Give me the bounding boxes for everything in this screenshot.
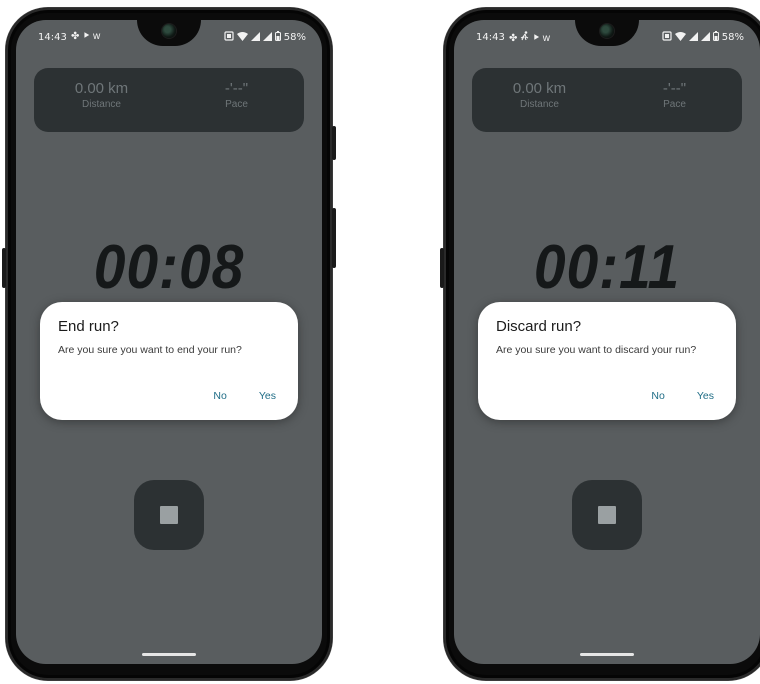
discard-run-dialog: Discard run? Are you sure you want to di… (478, 302, 736, 420)
signal-icon (250, 31, 260, 44)
signal-icon-2 (262, 31, 272, 44)
end-run-dialog: End run? Are you sure you want to end yo… (40, 302, 298, 420)
status-time: 14:43 (476, 32, 505, 43)
status-right: 58% (224, 31, 306, 44)
activity-icon: ᴡ (92, 31, 101, 42)
dialog-title: End run? (58, 318, 119, 335)
screen: 14:43 ✤ ⯈ ᴡ 58% 0.00 km Distance -'--" P… (454, 20, 760, 664)
distance-value: 0.00 km (74, 80, 129, 97)
vibrate-icon (224, 31, 234, 44)
phone-discard-run: 14:43 ✤ ⯈ ᴡ 58% 0.00 km Distance -'--" P… (440, 8, 760, 680)
power-button (332, 208, 336, 268)
no-button[interactable]: No (651, 390, 664, 402)
distance-stat: 0.00 km Distance (34, 80, 169, 110)
stop-button[interactable] (134, 480, 204, 550)
play-store-icon: ⯈ (82, 31, 91, 42)
dialog-message: Are you sure you want to end your run? (58, 344, 242, 356)
status-time: 14:43 (38, 32, 67, 43)
vibrate-icon (662, 31, 672, 44)
notification-icons: ✤ ⯈ ᴡ (71, 31, 100, 42)
run-timer: 00:11 (533, 233, 681, 302)
front-camera (600, 24, 614, 38)
home-indicator[interactable] (142, 653, 196, 656)
front-camera (162, 24, 176, 38)
notification-icons: ✤ ⯈ ᴡ (509, 31, 550, 44)
stop-icon (598, 506, 616, 524)
no-button[interactable]: No (213, 390, 226, 402)
yes-button[interactable]: Yes (259, 390, 276, 402)
fan-icon: ✤ (71, 31, 80, 42)
wifi-icon (236, 31, 248, 44)
phone-end-run: 14:43 ✤ ⯈ ᴡ 58% 0.00 km Distance -'--" P… (2, 8, 336, 680)
activity-icon: ᴡ (542, 33, 550, 44)
pace-stat: -'--" Pace (169, 80, 304, 110)
battery-icon (274, 31, 281, 44)
wifi-icon (674, 31, 686, 44)
dialog-title: Discard run? (496, 318, 582, 335)
distance-label: Distance (520, 99, 559, 110)
dialog-message: Are you sure you want to discard your ru… (496, 344, 697, 356)
volume-up-button (332, 126, 336, 160)
yes-button[interactable]: Yes (697, 390, 714, 402)
side-button (440, 248, 444, 288)
run-timer: 00:08 (93, 233, 245, 302)
play-store-icon: ⯈ (531, 33, 540, 44)
battery-percent: 58% (721, 32, 744, 43)
side-button (2, 248, 6, 288)
stats-card: 0.00 km Distance -'--" Pace (472, 68, 742, 132)
dialog-actions: No Yes (651, 390, 714, 402)
signal-icon-2 (700, 31, 710, 44)
running-icon (520, 31, 532, 44)
pace-value: -'--" (662, 80, 687, 97)
fan-icon: ✤ (509, 33, 518, 44)
stop-icon (160, 506, 178, 524)
signal-icon (688, 31, 698, 44)
distance-value: 0.00 km (512, 80, 567, 97)
stop-button[interactable] (572, 480, 642, 550)
pace-value: -'--" (224, 80, 249, 97)
stats-card: 0.00 km Distance -'--" Pace (34, 68, 304, 132)
battery-percent: 58% (283, 32, 306, 43)
pace-label: Pace (663, 99, 686, 110)
status-right: 58% (662, 31, 744, 44)
pace-stat: -'--" Pace (607, 80, 742, 110)
distance-stat: 0.00 km Distance (472, 80, 607, 110)
screen: 14:43 ✤ ⯈ ᴡ 58% 0.00 km Distance -'--" P… (16, 20, 322, 664)
home-indicator[interactable] (580, 653, 634, 656)
dialog-actions: No Yes (213, 390, 276, 402)
pace-label: Pace (225, 99, 248, 110)
distance-label: Distance (82, 99, 121, 110)
battery-icon (712, 31, 719, 44)
